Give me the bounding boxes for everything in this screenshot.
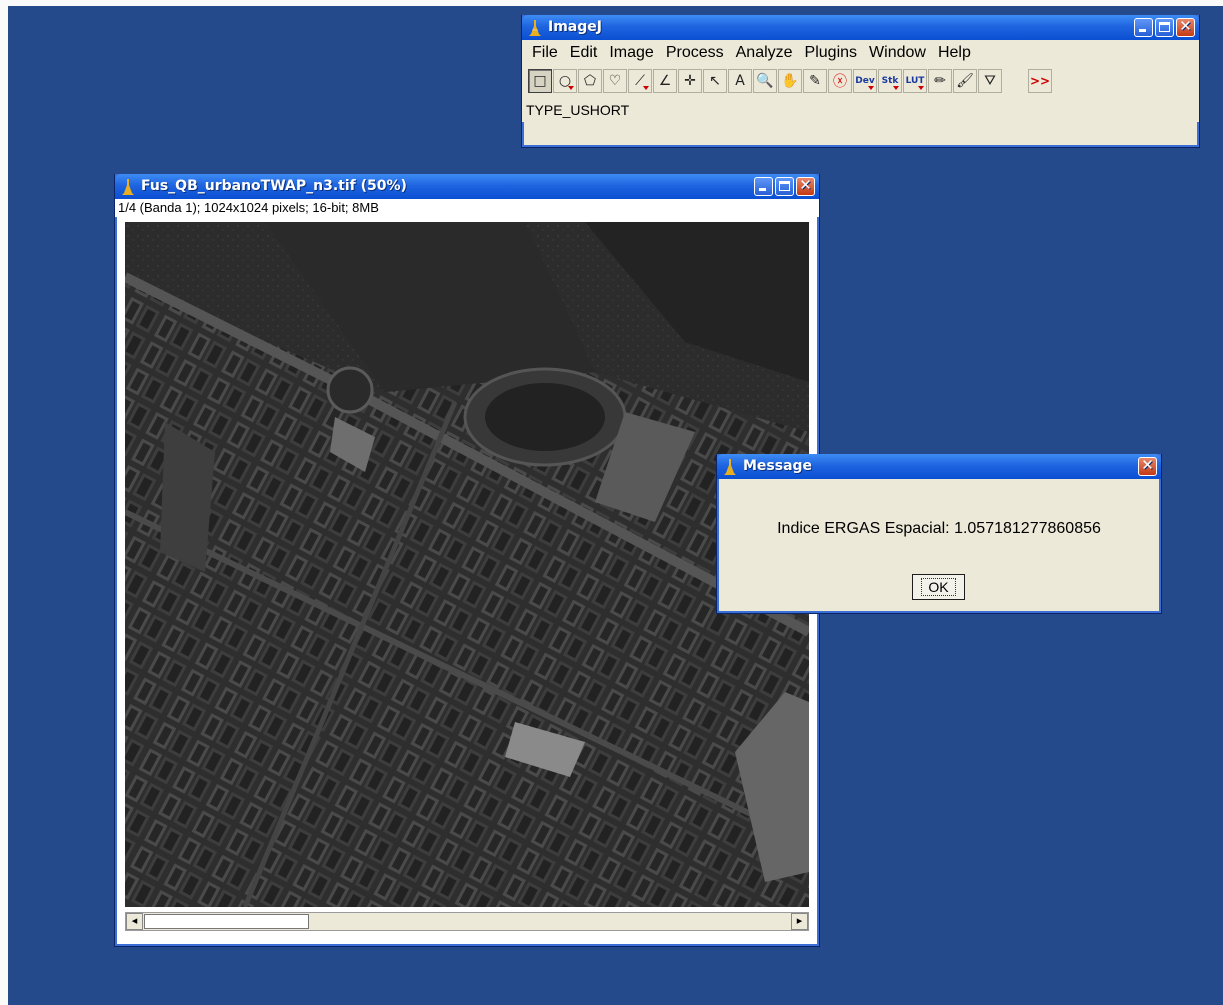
message-titlebar[interactable]: Message ✕ — [717, 454, 1161, 479]
toolbar-spacer — [1003, 69, 1027, 93]
scroll-left-icon[interactable]: ◂ — [126, 913, 143, 930]
angle-tool-icon[interactable]: ∠ — [653, 69, 677, 93]
dropdown-indicator-icon — [568, 86, 574, 90]
maximize-button[interactable] — [1155, 18, 1174, 37]
magnifier-tool-icon[interactable]: 🔍 — [753, 69, 777, 93]
imagej-titlebar[interactable]: ImageJ ✕ — [522, 15, 1199, 40]
image-maximize-button[interactable] — [775, 177, 794, 196]
satellite-image — [125, 222, 809, 907]
lut-tool-icon[interactable]: LUT — [903, 69, 927, 93]
message-close-button[interactable]: ✕ — [1138, 456, 1157, 476]
more-tools-button[interactable]: >> — [1028, 69, 1052, 93]
menu-item-image[interactable]: Image — [603, 44, 659, 62]
freehand-tool-icon[interactable]: ♡ — [603, 69, 627, 93]
minimize-icon — [759, 188, 766, 191]
maximize-icon — [1159, 22, 1170, 32]
dropdown-indicator-icon — [868, 86, 874, 90]
brush-tool-icon[interactable]: 🖌 — [953, 69, 977, 93]
oval-tool-icon[interactable]: ○ — [553, 69, 577, 93]
message-dialog: Message ✕ Indice ERGAS Espacial: 1.05718… — [716, 454, 1162, 614]
imagej-app-icon — [529, 20, 541, 36]
line-tool-icon[interactable]: ⟋ — [628, 69, 652, 93]
stk-tool-icon[interactable]: Stk — [878, 69, 902, 93]
message-text: Indice ERGAS Espacial: 1.057181277860856 — [777, 520, 1101, 537]
close-icon: ✕ — [1141, 456, 1154, 474]
image-canvas[interactable] — [125, 222, 809, 907]
imagej-window: ImageJ ✕ File Edit Image Process Analyze Plug… — [521, 15, 1200, 148]
flood-fill-tool-icon[interactable]: ⛛ — [978, 69, 1002, 93]
tool-bar: □ ○ ⬠ ♡ ⟋ ∠ ✛ ↖ A 🔍 ✋ ✎ ⓧ Dev Stk LUT ✏ 🖌 ⛛ >> — [522, 64, 1199, 98]
menu-item-window[interactable]: Window — [863, 44, 932, 62]
scroll-right-icon[interactable]: ▸ — [791, 913, 808, 930]
hand-tool-icon[interactable]: ✋ — [778, 69, 802, 93]
menu-item-analyze[interactable]: Analyze — [730, 44, 799, 62]
dropdown-indicator-icon — [918, 86, 924, 90]
lut-tool-glyph: LUT — [905, 76, 925, 86]
close-icon: ✕ — [799, 176, 812, 194]
status-line: TYPE_USHORT — [522, 98, 1199, 122]
point-tool-icon[interactable]: ✛ — [678, 69, 702, 93]
menu-item-file[interactable]: File — [528, 44, 564, 62]
menu-item-help[interactable]: Help — [932, 44, 977, 62]
stop-tool-icon[interactable]: ⓧ — [828, 69, 852, 93]
image-close-button[interactable]: ✕ — [796, 176, 815, 196]
image-window-app-icon — [122, 179, 134, 195]
flood-fill-tool-glyph: ⛛ — [984, 73, 996, 89]
minimize-button[interactable] — [1134, 18, 1153, 37]
horizontal-scrollbar[interactable]: ◂ ▸ — [125, 912, 809, 931]
menu-bar: File Edit Image Process Analyze Plugins Window… — [522, 40, 1199, 64]
freehand-tool-glyph: ♡ — [608, 73, 622, 89]
image-window: Fus_QB_urbanoTWAP_n3.tif (50%) ✕ 1/4 (Ba… — [114, 174, 820, 947]
polygon-tool-glyph: ⬠ — [583, 73, 597, 89]
angle-tool-glyph: ∠ — [658, 73, 672, 89]
dropper-tool-icon[interactable]: ✎ — [803, 69, 827, 93]
message-title: Message — [743, 458, 813, 474]
brush-tool-glyph: 🖌 — [956, 73, 974, 89]
wand-tool-glyph: ↖ — [709, 73, 721, 89]
text-tool-icon[interactable]: A — [728, 69, 752, 93]
dropper-tool-glyph: ✎ — [809, 73, 821, 89]
menu-item-edit[interactable]: Edit — [564, 44, 604, 62]
pencil-tool-glyph: ✏ — [934, 73, 946, 89]
rectangle-tool-icon[interactable]: □ — [528, 69, 552, 93]
text-tool-glyph: A — [735, 73, 745, 89]
imagej-title: ImageJ — [548, 19, 602, 35]
magnifier-tool-glyph: 🔍 — [756, 73, 774, 89]
ok-label: OK — [921, 578, 956, 596]
scroll-thumb[interactable] — [144, 914, 309, 929]
message-app-icon — [724, 459, 736, 475]
dropdown-indicator-icon — [643, 86, 649, 90]
dropdown-indicator-icon — [893, 86, 899, 90]
menu-item-process[interactable]: Process — [660, 44, 730, 62]
ok-button[interactable]: OK — [912, 574, 965, 600]
image-info: 1/4 (Banda 1); 1024x1024 pixels; 16-bit;… — [115, 199, 819, 217]
dev-tool-glyph: Dev — [855, 76, 875, 86]
close-button[interactable]: ✕ — [1176, 17, 1195, 37]
image-minimize-button[interactable] — [754, 177, 773, 196]
stop-tool-glyph: ⓧ — [833, 74, 847, 90]
image-window-titlebar[interactable]: Fus_QB_urbanoTWAP_n3.tif (50%) ✕ — [115, 174, 819, 199]
point-tool-glyph: ✛ — [684, 73, 696, 89]
minimize-icon — [1139, 29, 1146, 32]
maximize-icon — [779, 181, 790, 191]
wand-tool-icon[interactable]: ↖ — [703, 69, 727, 93]
pencil-tool-icon[interactable]: ✏ — [928, 69, 952, 93]
stk-tool-glyph: Stk — [881, 76, 899, 86]
dev-tool-icon[interactable]: Dev — [853, 69, 877, 93]
close-icon: ✕ — [1179, 17, 1192, 35]
menu-item-plugins[interactable]: Plugins — [799, 44, 863, 62]
polygon-tool-icon[interactable]: ⬠ — [578, 69, 602, 93]
rectangle-tool-glyph: □ — [533, 73, 547, 89]
image-window-title: Fus_QB_urbanoTWAP_n3.tif (50%) — [141, 178, 407, 194]
hand-tool-glyph: ✋ — [781, 73, 799, 89]
